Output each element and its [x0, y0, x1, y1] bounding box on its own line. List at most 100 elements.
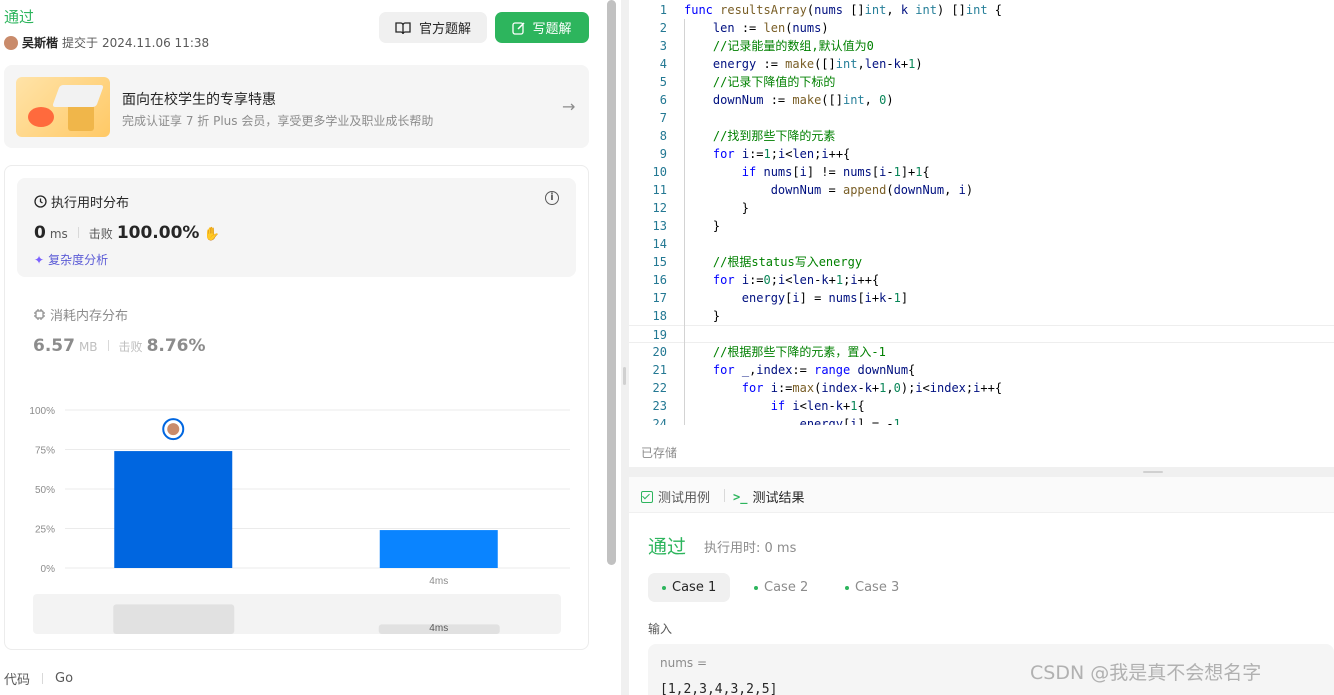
code-text[interactable]: for i:=1;i<len;i++{ [684, 145, 850, 163]
line-number: 13 [652, 219, 667, 233]
chart-bar[interactable] [379, 530, 498, 568]
line-number: 6 [659, 93, 667, 107]
runtime-title: 执行用时分布 [34, 192, 129, 211]
input-variable-name: nums = [660, 656, 708, 670]
memory-title[interactable]: 消耗内存分布 [33, 305, 128, 324]
info-icon[interactable]: i [545, 191, 559, 205]
code-line[interactable]: 2 len := len(nums) [629, 19, 1334, 37]
code-text[interactable]: func resultsArray(nums []int, k int) []i… [684, 1, 1002, 19]
promo-title: 面向在校学生的专享特惠 [122, 92, 276, 108]
code-text[interactable]: len := len(nums) [684, 19, 829, 37]
code-text[interactable]: for i:=max(index-k+1,0);i<index;i++{ [684, 379, 1002, 397]
code-line[interactable]: 19 [629, 325, 1334, 343]
line-number: 19 [652, 328, 667, 342]
left-scrollbar-thumb[interactable] [607, 0, 616, 565]
submission-meta: 吴斯楷 提交于 2024.11.06 11:38 [4, 34, 209, 51]
case-tab-3[interactable]: Case 3 [831, 573, 913, 602]
x-tick-label: 4ms [429, 576, 448, 587]
case-tab-1[interactable]: Case 1 [648, 573, 731, 602]
code-line[interactable]: 20 //根据那些下降的元素，置入-1 [629, 343, 1334, 361]
line-number: 15 [652, 255, 667, 269]
code-line[interactable]: 24 energy[i] = -1 [629, 415, 1334, 425]
code-line[interactable]: 14 [629, 235, 1334, 253]
code-text[interactable]: //记录能量的数组,默认值为0 [684, 37, 874, 55]
clock-icon [34, 195, 47, 208]
brush-label: 4ms [429, 623, 448, 634]
code-editor[interactable]: 1 func resultsArray(nums []int, k int) []… [629, 0, 1334, 467]
code-text[interactable]: energy[i] = -1 [684, 415, 901, 425]
code-text[interactable]: //根据status写入energy [684, 253, 862, 271]
tab-testcase[interactable]: 测试用例 [641, 487, 710, 506]
code-area[interactable]: 1 func resultsArray(nums []int, k int) []… [629, 0, 1334, 425]
vertical-resize-handle[interactable] [621, 0, 629, 695]
user-name[interactable]: 吴斯楷 [22, 34, 58, 51]
avatar-image [167, 423, 180, 436]
line-number: 16 [652, 273, 667, 287]
complexity-analysis-link[interactable]: ✦ 复杂度分析 [34, 251, 108, 268]
code-line[interactable]: 1 func resultsArray(nums []int, k int) []… [629, 1, 1334, 19]
line-number: 14 [652, 237, 667, 251]
y-tick-label: 75% [35, 446, 55, 457]
y-tick-label: 0% [41, 564, 56, 575]
write-solution-button[interactable]: 写题解 [495, 12, 589, 43]
code-line[interactable]: 8 //找到那些下降的元素 [629, 127, 1334, 145]
runtime-value: 0 [34, 223, 46, 243]
line-number: 11 [652, 183, 667, 197]
code-line[interactable]: 23 if i<len-k+1{ [629, 397, 1334, 415]
arrow-right-icon[interactable]: → [562, 97, 575, 116]
code-text[interactable]: downNum = append(downNum, i) [684, 181, 973, 199]
code-line[interactable]: 5 //记录下降值的下标的 [629, 73, 1334, 91]
code-text[interactable]: energy := make([]int,len-k+1) [684, 55, 923, 73]
code-label: 代码 [4, 673, 31, 688]
console-tabs: 测试用例 >_ 测试结果 [629, 477, 1334, 513]
code-line[interactable]: 16 for i:=0;i<len-k+1;i++{ [629, 271, 1334, 289]
line-number: 5 [659, 75, 667, 89]
pass-dot-icon [662, 585, 666, 590]
code-text[interactable]: for _,index:= range downNum{ [684, 361, 915, 379]
code-text[interactable]: //记录下降值的下标的 [684, 73, 835, 91]
code-text[interactable]: energy[i] = nums[i+k-1] [684, 289, 908, 307]
student-promo-banner[interactable]: 面向在校学生的专享特惠 完成认证享 7 折 Plus 会员，享受更多学业及职业成… [4, 65, 589, 148]
submission-detail-panel: 通过 吴斯楷 提交于 2024.11.06 11:38 官方题解 写题解 面向在… [0, 0, 604, 695]
code-line[interactable]: 7 [629, 109, 1334, 127]
line-number: 4 [659, 57, 667, 71]
code-line[interactable]: 4 energy := make([]int,len-k+1) [629, 55, 1334, 73]
memory-beat-label: 击败 [118, 340, 143, 354]
code-text[interactable]: //找到那些下降的元素 [684, 127, 835, 145]
code-line[interactable]: 12 } [629, 199, 1334, 217]
code-text[interactable]: } [684, 307, 720, 325]
code-text[interactable]: if nums[i] != nums[i-1]+1{ [684, 163, 930, 181]
runtime-distribution-chart[interactable]: 100% 75% 50% 25% 0% 4ms 4ms [25, 396, 575, 646]
horizontal-resize-handle[interactable] [629, 467, 1334, 477]
line-number: 22 [652, 381, 667, 395]
code-line[interactable]: 18 } [629, 307, 1334, 325]
avatar[interactable] [4, 35, 18, 50]
code-line[interactable]: 13 } [629, 217, 1334, 235]
code-line[interactable]: 9 for i:=1;i<len;i++{ [629, 145, 1334, 163]
code-text[interactable]: } [684, 217, 720, 235]
official-solution-button[interactable]: 官方题解 [379, 12, 487, 43]
line-number: 20 [652, 345, 667, 359]
code-line[interactable]: 21 for _,index:= range downNum{ [629, 361, 1334, 379]
code-text[interactable]: downNum := make([]int, 0) [684, 91, 894, 109]
saved-status: 已存储 [641, 446, 678, 460]
divider [42, 673, 44, 684]
runtime-section[interactable]: 执行用时分布 i 0 ms 击败 100.00% ✋ ✦ 复杂度分析 [17, 178, 576, 277]
code-line[interactable]: 6 downNum := make([]int, 0) [629, 91, 1334, 109]
code-text[interactable]: //根据那些下降的元素，置入-1 [684, 343, 886, 361]
code-text[interactable]: for i:=0;i<len-k+1;i++{ [684, 271, 879, 289]
code-text[interactable]: } [684, 199, 749, 217]
case-tab-2[interactable]: Case 2 [740, 573, 822, 602]
code-line[interactable]: 11 downNum = append(downNum, i) [629, 181, 1334, 199]
pass-dot-icon [845, 585, 849, 590]
code-line[interactable]: 3 //记录能量的数组,默认值为0 [629, 37, 1334, 55]
code-line[interactable]: 17 energy[i] = nums[i+k-1] [629, 289, 1334, 307]
edit-icon [512, 21, 526, 35]
input-variable-value[interactable]: [1,2,3,4,3,2,5] [660, 682, 777, 695]
code-line[interactable]: 10 if nums[i] != nums[i-1]+1{ [629, 163, 1334, 181]
tab-test-result[interactable]: >_ 测试结果 [733, 487, 804, 507]
code-text[interactable]: if i<len-k+1{ [684, 397, 865, 415]
code-line[interactable]: 15 //根据status写入energy [629, 253, 1334, 271]
chart-bar[interactable] [114, 451, 233, 568]
code-line[interactable]: 22 for i:=max(index-k+1,0);i<index;i++{ [629, 379, 1334, 397]
